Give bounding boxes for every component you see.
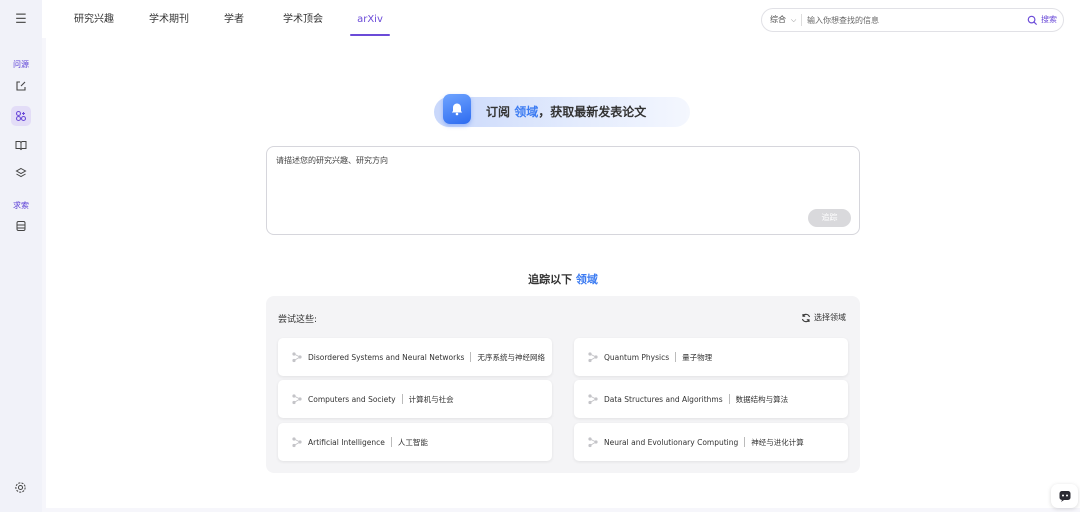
field-separator xyxy=(390,437,392,447)
field-card[interactable]: Artificial Intelligence 人工智能 xyxy=(278,423,552,461)
tracking-title: 追踪以下 领域 xyxy=(46,271,1080,287)
settings-icon[interactable] xyxy=(14,481,27,494)
field-separator xyxy=(401,394,403,404)
track-button[interactable]: 追踪 xyxy=(808,209,851,227)
network-icon xyxy=(588,394,598,405)
bell-icon xyxy=(443,94,471,124)
sidebar-section-ask: 问源 xyxy=(13,60,29,69)
search-box: 综合 ⌵ 搜索 xyxy=(761,8,1064,32)
network-icon xyxy=(292,352,302,363)
field-name-en: Artificial Intelligence xyxy=(308,437,385,447)
tab-scholars[interactable]: 学者 xyxy=(216,0,252,38)
field-name-en: Quantum Physics xyxy=(604,352,670,362)
field-separator xyxy=(744,437,746,447)
subscribe-icon[interactable] xyxy=(11,106,31,126)
network-icon xyxy=(292,437,302,448)
search-icon xyxy=(1027,15,1038,25)
subscribe-banner: 订阅 领域，获取最新发表论文 xyxy=(434,94,690,127)
assistant-float-button[interactable] xyxy=(1051,484,1078,508)
field-card[interactable]: Neural and Evolutionary Computing 神经与进化计算 xyxy=(574,423,848,461)
main-content: 订阅 领域，获取最新发表论文 追踪 追踪以下 领域 尝试这些: 选择领域 Dis… xyxy=(46,38,1080,508)
search-button-label: 搜索 xyxy=(1041,15,1057,24)
network-icon xyxy=(588,437,598,448)
field-name-zh: 量子物理 xyxy=(682,352,713,362)
tab-conferences[interactable]: 学术顶会 xyxy=(275,0,331,38)
banner-prefix: 订阅 xyxy=(486,105,515,119)
chevron-down-icon[interactable]: ⌵ xyxy=(791,9,796,31)
interest-textarea[interactable] xyxy=(276,155,846,205)
database-icon[interactable] xyxy=(11,216,31,236)
field-separator xyxy=(675,352,677,362)
tab-arxiv[interactable]: arXiv xyxy=(350,0,390,38)
field-card[interactable]: Disordered Systems and Neural Networks 无序… xyxy=(278,338,552,376)
field-separator xyxy=(728,394,730,404)
search-input[interactable] xyxy=(807,11,1022,29)
field-name-en: Data Structures and Algorithms xyxy=(604,394,723,404)
field-name-zh: 人工智能 xyxy=(397,437,428,447)
field-name-en: Disordered Systems and Neural Networks xyxy=(308,352,465,362)
book-icon[interactable] xyxy=(11,135,31,155)
suggestions-panel: 尝试这些: 选择领域 Disordered Systems and Neural… xyxy=(266,296,860,473)
field-name-zh: 计算机与社会 xyxy=(408,394,454,404)
banner-suffix: ，获取最新发表论文 xyxy=(538,105,647,119)
banner-text: 订阅 领域，获取最新发表论文 xyxy=(486,97,646,127)
tab-journals[interactable]: 学术期刊 xyxy=(141,0,197,38)
search-divider xyxy=(801,14,802,26)
tab-research-interests[interactable]: 研究兴趣 xyxy=(66,0,122,38)
top-nav-bar: 研究兴趣 学术期刊 学者 学术顶会 arXiv 综合 ⌵ 搜索 xyxy=(42,0,1080,38)
field-card[interactable]: Quantum Physics 量子物理 xyxy=(574,338,848,376)
field-separator xyxy=(470,352,472,362)
search-scope-select[interactable]: 综合 xyxy=(770,9,786,31)
refresh-icon xyxy=(801,313,811,322)
search-button[interactable]: 搜索 xyxy=(1027,9,1057,31)
field-name-en: Computers and Society xyxy=(308,394,396,404)
edit-icon[interactable] xyxy=(11,76,31,96)
menu-icon[interactable]: ☰ xyxy=(13,13,29,27)
field-name-zh: 无序系统与神经网络 xyxy=(477,352,545,362)
try-these-label: 尝试这些: xyxy=(278,315,318,325)
tracking-title-prefix: 追踪以下 xyxy=(528,273,576,286)
field-card[interactable]: Data Structures and Algorithms 数据结构与算法 xyxy=(574,380,848,418)
select-field-label: 选择领域 xyxy=(814,313,846,322)
sidebar: ☰ 问源 求索 xyxy=(0,0,42,512)
assistant-icon xyxy=(1059,491,1070,502)
banner-highlight: 领域 xyxy=(514,105,539,119)
field-name-zh: 神经与进化计算 xyxy=(751,437,804,447)
field-name-zh: 数据结构与算法 xyxy=(735,394,789,404)
select-field-button[interactable]: 选择领域 xyxy=(801,312,846,323)
field-name-en: Neural and Evolutionary Computing xyxy=(604,437,739,447)
interest-input-box: 追踪 xyxy=(266,146,860,235)
network-icon xyxy=(588,352,598,363)
field-card[interactable]: Computers and Society 计算机与社会 xyxy=(278,380,552,418)
tracking-title-highlight: 领域 xyxy=(575,273,598,286)
layers-icon[interactable] xyxy=(11,163,31,183)
network-icon xyxy=(292,394,302,405)
sidebar-section-search: 求索 xyxy=(13,201,29,210)
active-tab-indicator xyxy=(350,34,390,36)
